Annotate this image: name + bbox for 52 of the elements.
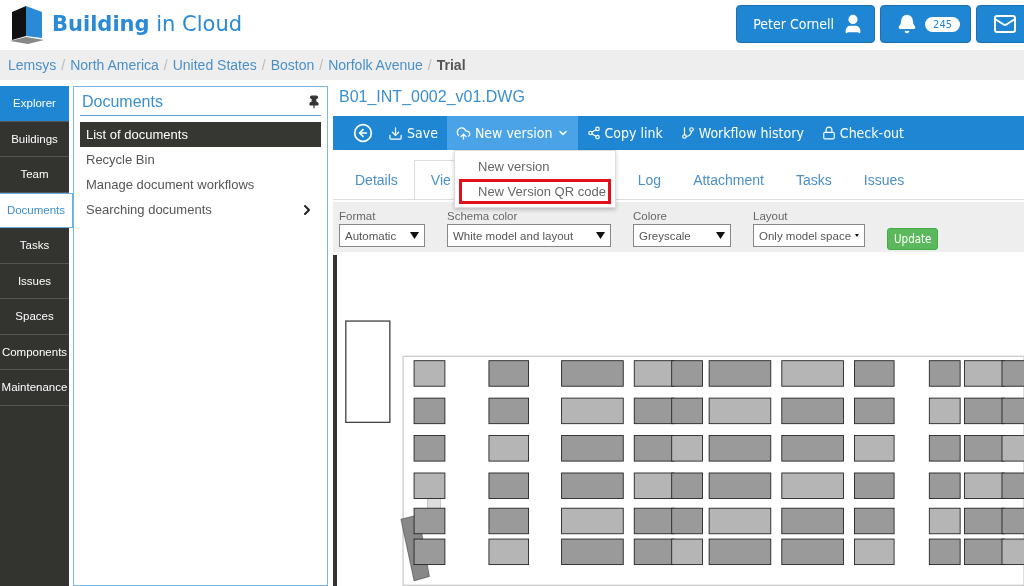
breadcrumb-link[interactable]: Norfolk Avenue (328, 57, 423, 73)
select-field[interactable]: Greyscale (633, 224, 731, 247)
toolbar-button[interactable]: Save (379, 116, 447, 150)
breadcrumb-separator: / (261, 57, 266, 73)
breadcrumb-link[interactable]: North America (70, 57, 159, 73)
panel-menu-item[interactable]: Manage document workflows (80, 172, 321, 197)
logo-text: Building in Cloud (52, 12, 243, 36)
select-field[interactable]: White model and layout (447, 224, 611, 247)
toolbar-button[interactable]: Workflow history (671, 116, 813, 150)
update-button[interactable]: Update (887, 228, 939, 250)
notification-count: 245 (925, 16, 960, 32)
download-icon (388, 125, 403, 141)
caret-icon (855, 232, 859, 239)
filter-label: Colore (633, 210, 668, 222)
mail-button[interactable] (976, 5, 1024, 43)
filter-label: Format (339, 210, 377, 222)
panel-menu-item[interactable]: Recycle Bin (80, 147, 321, 172)
toolbar-button[interactable]: Check-out (812, 116, 913, 150)
dropdown-item[interactable]: New Version QR code (459, 179, 611, 204)
caret-icon (596, 232, 605, 239)
caret-icon (410, 232, 419, 239)
panel-title: Documents (82, 93, 163, 111)
share-icon (586, 126, 601, 140)
breadcrumb-link[interactable]: Boston (270, 57, 315, 73)
notifications-button[interactable]: 245 (880, 5, 971, 43)
breadcrumb-link[interactable]: Trial (436, 57, 466, 73)
breadcrumb-link[interactable]: United States (172, 57, 257, 73)
bell-icon (897, 14, 918, 34)
filter-label: Layout (753, 210, 789, 222)
caret-icon (716, 232, 725, 239)
breadcrumb-separator: / (61, 57, 66, 73)
filter-label: Schema color (447, 210, 519, 222)
mail-icon (993, 12, 1017, 36)
nav-item[interactable]: Explorer (0, 86, 69, 122)
pin-icon[interactable] (307, 95, 321, 109)
branch-icon (680, 126, 695, 140)
breadcrumb-separator: / (163, 57, 168, 73)
document-title: B01_INT_0002_v01.DWG (338, 87, 526, 107)
toolbar-button[interactable]: New version (446, 116, 578, 150)
breadcrumb-link[interactable]: Lemsys (8, 57, 57, 73)
panel-menu-item[interactable]: Searching documents (80, 197, 321, 222)
breadcrumb-separator: / (319, 57, 324, 73)
back-icon (353, 123, 373, 143)
select-field[interactable]: Automatic (339, 224, 425, 247)
nav-item[interactable]: Documents (0, 192, 73, 228)
panel-menu-item[interactable]: List of documents (80, 122, 321, 147)
select-field[interactable]: Only model space (753, 224, 865, 247)
lock-icon (821, 126, 836, 140)
breadcrumb-separator: / (427, 57, 432, 73)
user-button[interactable]: Peter Cornell (736, 5, 876, 43)
toolbar-button[interactable]: Copy link (577, 116, 672, 150)
cloud-upload-icon (455, 125, 471, 141)
